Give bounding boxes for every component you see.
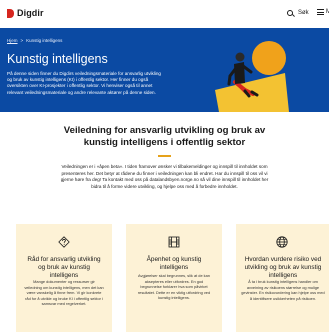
hamburger-icon xyxy=(317,9,324,15)
search-button[interactable]: Søk xyxy=(287,10,309,16)
breadcrumb-current: Kunstig intelligens xyxy=(26,38,63,43)
logo-text: Digdir xyxy=(17,8,44,18)
card-text: Avgjørelser skal begrunnes, slik at de k… xyxy=(137,273,211,301)
breadcrumb: Hjem > Kunstig intelligens xyxy=(7,38,62,43)
breadcrumb-home-link[interactable]: Hjem xyxy=(7,38,18,43)
card-title: Hvordan vurdere risiko ved utvikling og … xyxy=(244,256,322,279)
person-sitting-illustration xyxy=(215,41,289,112)
menu-button[interactable]: M xyxy=(317,9,329,15)
card-title: Råd for ansvarlig utvikling og bruk av k… xyxy=(27,256,101,279)
site-header: Digdir Søk M xyxy=(0,0,329,28)
section-intro: Veiledningen er i «åpen beta». I tiden f… xyxy=(60,164,269,190)
page-title: Kunstig intelligens xyxy=(7,52,108,66)
section-title: Veiledning for ansvarlig utvikling og br… xyxy=(63,125,266,148)
section-divider xyxy=(158,155,171,157)
card-transparency-ai[interactable]: Åpenhet og kunstig intelligens Avgjørels… xyxy=(126,224,222,332)
search-icon xyxy=(287,10,293,16)
logo-mark-icon xyxy=(7,8,14,18)
breadcrumb-separator: > xyxy=(20,38,24,43)
question-circle-icon xyxy=(58,236,70,248)
card-text: Mange dokumenter og ressurser gir veiled… xyxy=(24,279,104,307)
digdir-logo[interactable]: Digdir xyxy=(7,8,44,18)
card-text: Å ta i bruk kunstig intelligens handler … xyxy=(241,279,325,301)
hero-description: På denne siden finner du Digdirs veiledn… xyxy=(7,71,161,95)
globe-icon xyxy=(276,236,288,248)
search-label: Søk xyxy=(298,10,309,16)
card-title: Åpenhet og kunstig intelligens xyxy=(146,256,202,271)
card-responsible-ai-advice[interactable]: Råd for ansvarlig utvikling og bruk av k… xyxy=(16,224,112,332)
card-risk-assessment-ai[interactable]: Hvordan vurdere risiko ved utvikling og … xyxy=(236,224,329,332)
hero-banner: Hjem > Kunstig intelligens Kunstig intel… xyxy=(0,28,329,112)
film-icon xyxy=(168,236,180,248)
